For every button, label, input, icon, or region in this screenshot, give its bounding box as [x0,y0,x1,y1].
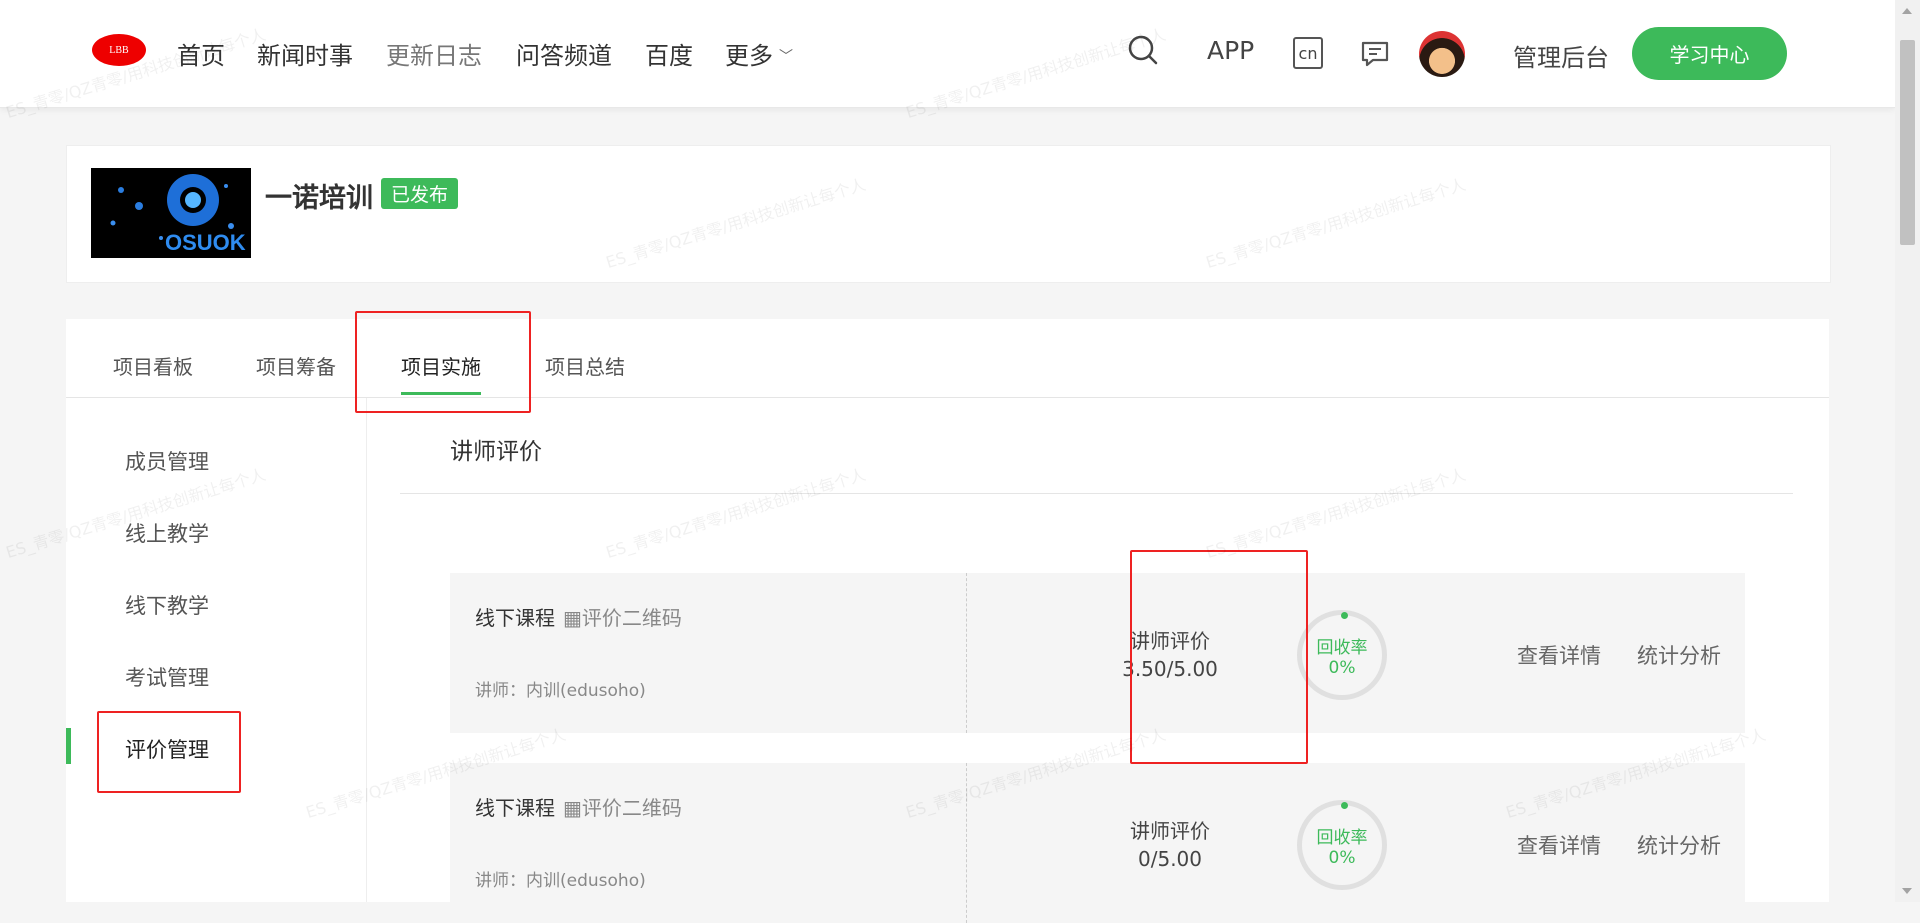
scroll-up-icon[interactable] [1902,8,1912,14]
recovery-rate-ring: 回收率 0% [1297,610,1387,700]
column-divider [966,573,967,733]
learning-center-button[interactable]: 学习中心 [1632,27,1787,80]
qr-code-link[interactable]: ▦评价二维码 [563,606,682,630]
qr-code-label: 评价二维码 [581,606,682,630]
evaluation-row: 线下课程 ▦评价二维码 讲师：内训(edusoho) 讲师评价 3.50/5.00… [450,573,1745,733]
statistics-link[interactable]: 统计分析 [1637,830,1721,860]
annotation-box [97,711,241,793]
nav-news[interactable]: 新闻时事 [257,36,353,71]
tab-summary[interactable]: 项目总结 [545,351,625,380]
statistics-link[interactable]: 统计分析 [1637,640,1721,670]
message-icon[interactable] [1359,38,1391,70]
qr-code-label: 评价二维码 [581,796,682,820]
scrollbar-thumb[interactable] [1900,40,1915,245]
recovery-rate-value: 0% [1328,657,1356,678]
admin-link[interactable]: 管理后台 [1513,38,1609,73]
annotation-box [355,311,531,413]
sidebar-item-offline-teaching[interactable]: 线下教学 [125,590,209,620]
main-content: 成员管理 线上教学 线下教学 考试管理 评价管理 讲师评价 线下课程 ▦评价二维码… [66,398,1829,923]
sidebar-active-indicator [66,728,71,764]
project-header-card: OSUOK 一诺培训 已发布 [66,145,1831,283]
scroll-down-icon[interactable] [1902,888,1912,894]
top-navigation: LBB 首页 新闻时事 更新日志 问答频道 百度 更多 ﹀ APP cn 管理后台… [0,0,1895,108]
language-icon[interactable]: cn [1293,37,1323,69]
divider [400,493,1793,494]
search-icon[interactable] [1125,32,1161,68]
teacher-name: 讲师：内训(edusoho) [475,871,646,891]
project-cover-image: OSUOK [91,168,251,258]
cover-text: OSUOK [165,230,246,255]
recovery-rate-ring: 回收率 0% [1297,800,1387,890]
view-details-link[interactable]: 查看详情 [1517,830,1601,860]
recovery-rate-label: 回收率 [1316,637,1368,658]
evaluation-row: 线下课程 ▦评价二维码 讲师：内训(edusoho) 讲师评价 0/5.00 回收… [450,763,1745,923]
course-name: 线下课程 ▦评价二维码 [475,602,682,631]
sidebar: 成员管理 线上教学 线下教学 考试管理 评价管理 [66,398,367,902]
page-scrollbar[interactable] [1895,0,1920,902]
chevron-down-icon: ﹀ [779,49,793,65]
sidebar-item-online-teaching[interactable]: 线上教学 [125,518,209,548]
section-title: 讲师评价 [450,439,542,465]
nav-more-label: 更多 [725,42,773,70]
score-value: 0/5.00 [1138,847,1202,871]
score-label: 讲师评价 [1130,819,1210,843]
course-name: 线下课程 ▦评价二维码 [475,792,682,821]
course-name-text: 线下课程 [475,606,555,630]
status-badge: 已发布 [381,178,459,209]
column-divider [966,763,967,923]
project-tabs: 项目看板 项目筹备 项目实施 项目总结 [66,319,1829,398]
progress-dot [1341,802,1348,809]
recovery-rate-value: 0% [1328,847,1356,868]
qr-code-icon: ▦ [563,606,582,630]
user-avatar[interactable] [1419,31,1465,77]
recovery-rate-label: 回收率 [1316,827,1368,848]
view-details-link[interactable]: 查看详情 [1517,640,1601,670]
annotation-box [1130,550,1308,764]
nav-more[interactable]: 更多 ﹀ [725,36,793,71]
tab-dashboard[interactable]: 项目看板 [113,351,193,380]
teacher-name: 讲师：内训(edusoho) [475,681,646,701]
site-logo[interactable]: LBB [92,34,146,66]
tab-preparation[interactable]: 项目筹备 [256,351,336,380]
app-link[interactable]: APP [1207,36,1254,65]
nav-changelog[interactable]: 更新日志 [386,36,482,71]
course-name-text: 线下课程 [475,796,555,820]
progress-dot [1341,612,1348,619]
qr-code-icon: ▦ [563,796,582,820]
nav-home[interactable]: 首页 [177,36,225,71]
sidebar-item-exams[interactable]: 考试管理 [125,662,209,692]
project-title: 一诺培训 [265,183,373,214]
nav-baidu[interactable]: 百度 [645,36,693,71]
nav-qa[interactable]: 问答频道 [516,36,612,71]
qr-code-link[interactable]: ▦评价二维码 [563,796,682,820]
sidebar-item-members[interactable]: 成员管理 [125,446,209,476]
